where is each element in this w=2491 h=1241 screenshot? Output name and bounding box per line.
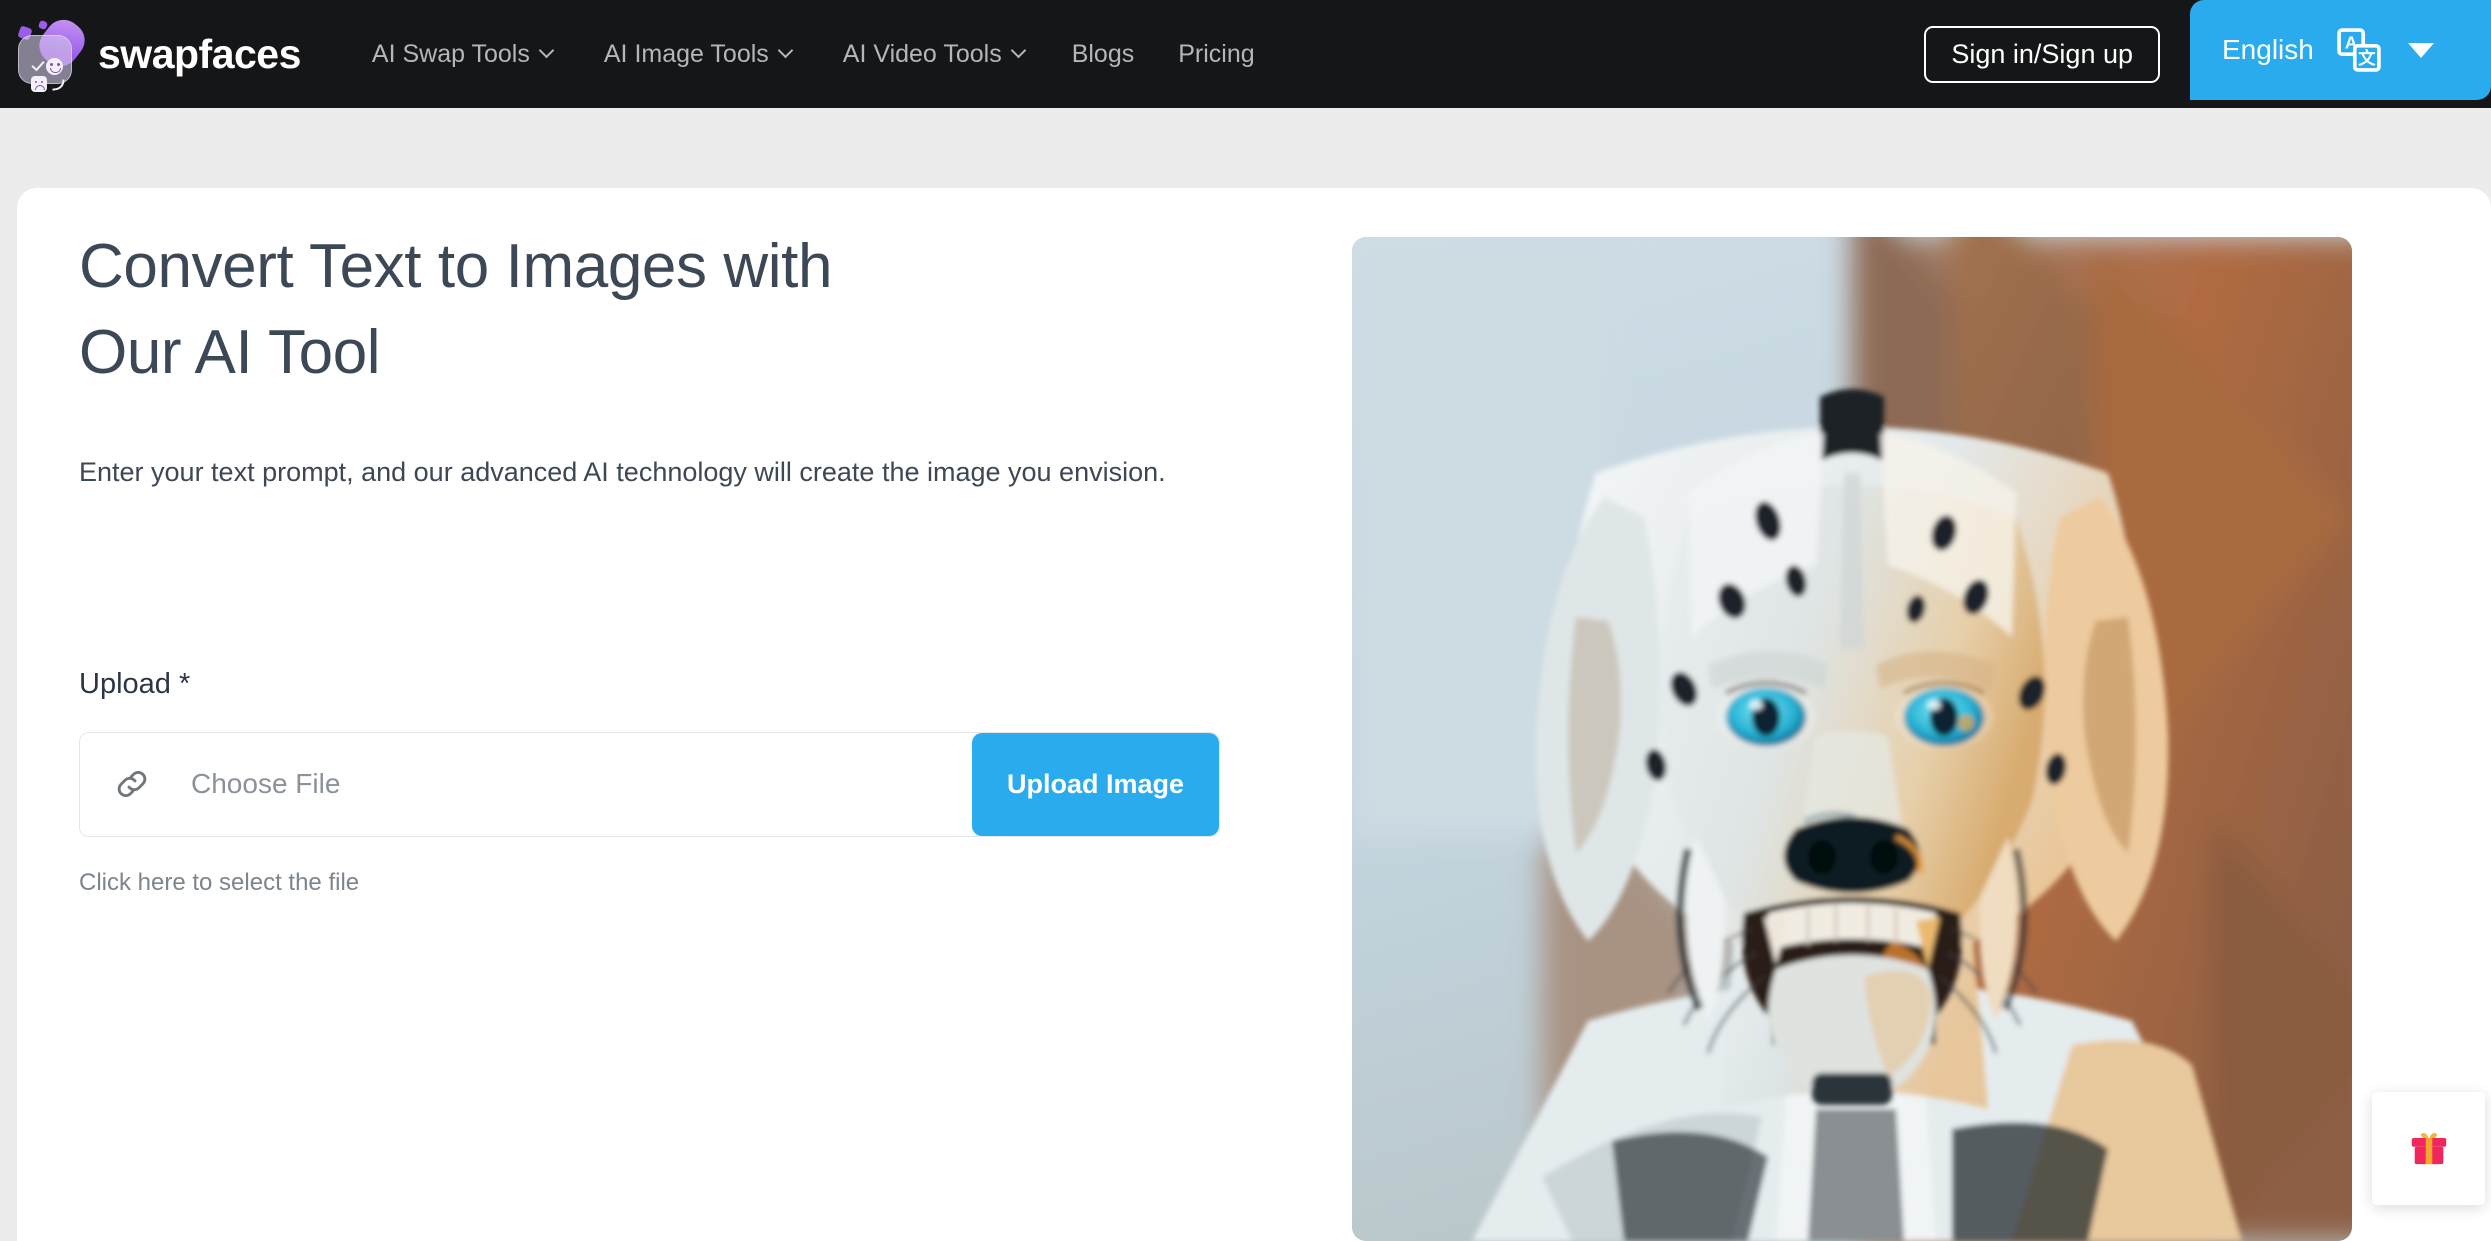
site-header: swapfaces AI Swap Tools AI Image Tools A… [0,0,2491,108]
nav-item-blogs[interactable]: Blogs [1050,39,1157,68]
nav-label: AI Image Tools [603,39,769,68]
caret-down-icon [2407,42,2434,58]
nav-label: AI Video Tools [842,39,1002,68]
page-subtitle: Enter your text prompt, and our advanced… [79,457,1166,487]
swapfaces-logo-icon [12,12,92,92]
upload-field-label: Upload * [79,667,191,700]
gift-icon [2411,1132,2446,1164]
robot-dog-illustration [1352,237,2352,1241]
language-label: English [2222,34,2314,65]
main-navigation: AI Swap Tools AI Image Tools AI Video To… [346,0,1277,108]
nav-item-ai-image-tools[interactable]: AI Image Tools [578,39,817,68]
nav-item-ai-video-tools[interactable]: AI Video Tools [817,39,1050,68]
chevron-down-icon [1010,42,1026,58]
choose-file-input[interactable]: Choose File [80,732,972,836]
upload-image-button[interactable]: Upload Image [972,732,1219,836]
brand-logo[interactable]: swapfaces [12,0,301,108]
nav-label: AI Swap Tools [371,39,530,68]
nav-item-ai-swap-tools[interactable]: AI Swap Tools [346,39,578,68]
nav-item-pricing[interactable]: Pricing [1156,39,1276,68]
svg-text:文: 文 [2358,48,2376,68]
chevron-down-icon [538,42,555,58]
header-actions: Sign in/Sign up English A 文 [1924,0,2491,108]
sign-in-sign-up-button[interactable]: Sign in/Sign up [1924,25,2160,83]
page-title: Convert Text to Images with Our AI Tool [79,236,1139,384]
upload-control: Choose File Upload Image [79,731,1220,837]
page-title-line-2: Our AI Tool [79,318,381,387]
brand-name: swapfaces [98,30,301,77]
link-icon [117,771,147,798]
chevron-down-icon [777,42,794,58]
nav-label: Blogs [1071,39,1135,68]
hero-content: Convert Text to Images with Our AI Tool … [79,188,1339,895]
gift-promo-widget[interactable] [2372,1092,2485,1205]
nav-label: Pricing [1178,39,1255,68]
choose-file-text: Choose File [191,768,341,800]
page-card: Convert Text to Images with Our AI Tool … [17,188,2491,1241]
preview-image [1352,237,2352,1241]
upload-hint-text: Click here to select the file [79,868,360,896]
language-selector[interactable]: English A 文 [2190,0,2491,100]
page-title-line-1: Convert Text to Images with [79,232,833,301]
translate-icon: A 文 [2337,28,2381,72]
